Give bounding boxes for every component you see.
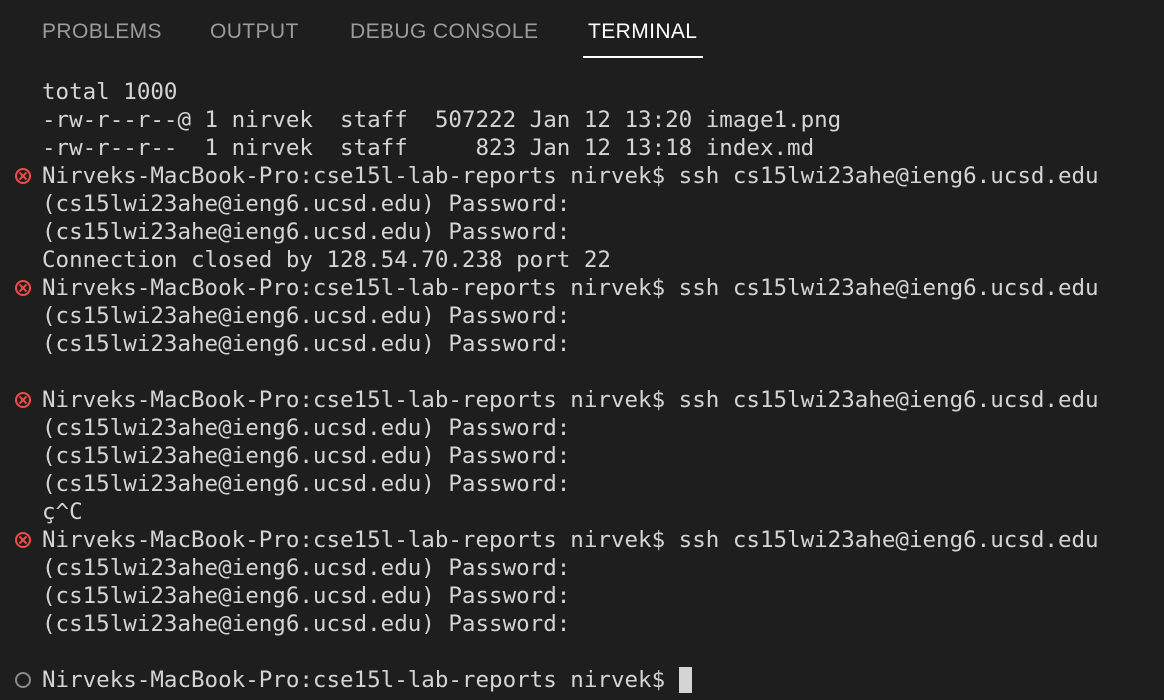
error-circle-x-icon[interactable] [15,392,31,408]
terminal-line: (cs15lwi23ahe@ieng6.ucsd.edu) Password: [42,611,571,637]
terminal-line: (cs15lwi23ahe@ieng6.ucsd.edu) Password: [42,219,571,245]
terminal-line: -rw-r--r-- 1 nirvek staff 823 Jan 12 13:… [42,135,815,161]
terminal-output[interactable]: total 1000 -rw-r--r--@ 1 nirvek staff 507… [0,78,1164,700]
idle-circle-icon[interactable] [15,672,31,688]
tab-problems[interactable]: PROBLEMS [42,0,162,62]
error-circle-x-icon[interactable] [15,280,31,296]
panel-tab-bar: PROBLEMS OUTPUT DEBUG CONSOLE TERMINAL [0,0,1164,62]
terminal-cursor [678,667,692,693]
terminal-line: Nirveks-MacBook-Pro:cse15l-lab-reports n… [42,163,1099,189]
terminal-line: (cs15lwi23ahe@ieng6.ucsd.edu) Password: [42,471,571,497]
terminal-line: Nirveks-MacBook-Pro:cse15l-lab-reports n… [42,527,1099,553]
terminal-line: (cs15lwi23ahe@ieng6.ucsd.edu) Password: [42,415,571,441]
terminal-line: ç^C [42,499,83,525]
active-tab-indicator [583,56,703,58]
terminal-line: Connection closed by 128.54.70.238 port … [42,247,611,273]
terminal-panel: PROBLEMS OUTPUT DEBUG CONSOLE TERMINAL t… [0,0,1164,700]
terminal-line: (cs15lwi23ahe@ieng6.ucsd.edu) Password: [42,191,571,217]
tab-debug-console[interactable]: DEBUG CONSOLE [350,0,538,62]
terminal-line: Nirveks-MacBook-Pro:cse15l-lab-reports n… [42,666,692,694]
error-circle-x-icon[interactable] [15,532,31,548]
terminal-line: (cs15lwi23ahe@ieng6.ucsd.edu) Password: [42,555,571,581]
terminal-line: -rw-r--r--@ 1 nirvek staff 507222 Jan 12… [42,107,842,133]
tab-output[interactable]: OUTPUT [210,0,299,62]
terminal-line: (cs15lwi23ahe@ieng6.ucsd.edu) Password: [42,331,571,357]
tab-terminal[interactable]: TERMINAL [588,0,697,62]
terminal-line: Nirveks-MacBook-Pro:cse15l-lab-reports n… [42,387,1099,413]
terminal-line: total 1000 [42,79,178,105]
error-circle-x-icon[interactable] [15,168,31,184]
terminal-line: (cs15lwi23ahe@ieng6.ucsd.edu) Password: [42,583,571,609]
terminal-line: (cs15lwi23ahe@ieng6.ucsd.edu) Password: [42,443,571,469]
terminal-line: Nirveks-MacBook-Pro:cse15l-lab-reports n… [42,275,1099,301]
terminal-line: (cs15lwi23ahe@ieng6.ucsd.edu) Password: [42,303,571,329]
